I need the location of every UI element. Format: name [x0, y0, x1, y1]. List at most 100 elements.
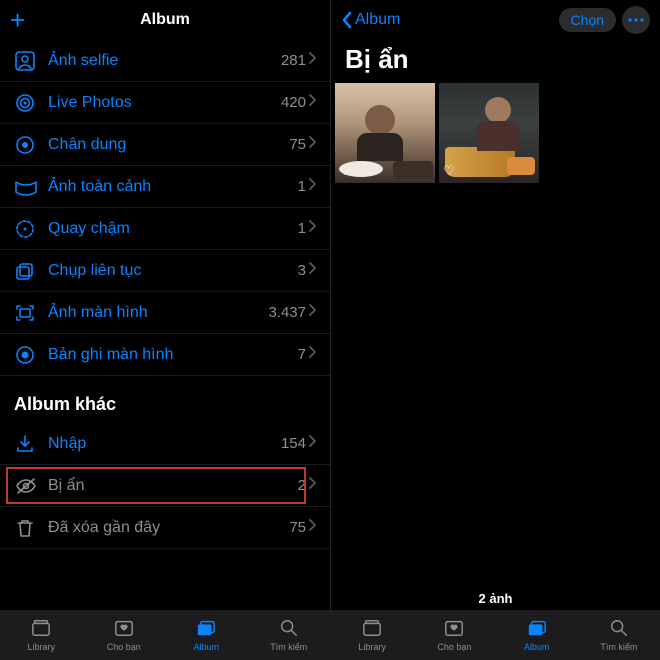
record-icon — [14, 344, 42, 366]
tab-search[interactable]: Tìm kiếm — [248, 610, 331, 660]
chevron-right-icon — [308, 345, 316, 364]
photo-grid: ♡ ♡ — [331, 83, 660, 183]
chevron-right-icon — [308, 303, 316, 322]
tab-label: Cho bạn — [437, 642, 471, 652]
row-count: 281 — [281, 52, 306, 69]
hidden-album-pane: Album Chọn Bị ẩn ♡ ♡ 2 ảnh LibraryCho bạ — [330, 0, 660, 660]
slomo-icon — [14, 218, 42, 240]
hidden-icon — [14, 475, 42, 497]
pano-icon — [14, 176, 42, 198]
album-row-trash[interactable]: Đã xóa gần đây75 — [0, 507, 330, 549]
chevron-right-icon — [308, 51, 316, 70]
foryou-icon — [113, 618, 135, 640]
tab-albums[interactable]: Album — [496, 610, 578, 660]
row-count: 3.437 — [268, 304, 306, 321]
row-label: Chụp liên tục — [42, 262, 298, 280]
row-count: 75 — [289, 136, 306, 153]
row-label: Quay chậm — [42, 220, 298, 238]
album-row-record[interactable]: Bản ghi màn hình7 — [0, 334, 330, 376]
album-row-pano[interactable]: Ảnh toàn cảnh1 — [0, 166, 330, 208]
row-count: 1 — [298, 178, 306, 195]
album-title: Bị ẩn — [331, 40, 660, 83]
row-count: 2 — [298, 477, 306, 494]
tab-label: Album — [524, 642, 550, 652]
trash-icon — [14, 517, 42, 539]
chevron-right-icon — [308, 518, 316, 537]
foryou-icon — [443, 618, 465, 640]
row-label: Ảnh toàn cảnh — [42, 178, 298, 196]
photo-thumbnail[interactable]: ♡ — [439, 83, 539, 183]
row-label: Đã xóa gần đây — [42, 519, 289, 537]
row-count: 75 — [289, 519, 306, 536]
albums-list-pane: + Album Ảnh selfie281Live Photos420Chân … — [0, 0, 330, 660]
album-row-screenshot[interactable]: Ảnh màn hình3.437 — [0, 292, 330, 334]
album-row-hidden[interactable]: Bị ẩn2 — [0, 465, 330, 507]
favorite-icon: ♡ — [339, 163, 351, 179]
album-row-burst[interactable]: Chụp liên tục3 — [0, 250, 330, 292]
albums-icon — [195, 618, 217, 640]
favorite-icon: ♡ — [443, 163, 455, 179]
photo-thumbnail[interactable]: ♡ — [335, 83, 435, 183]
tab-albums[interactable]: Album — [165, 610, 248, 660]
chevron-right-icon — [308, 135, 316, 154]
row-label: Live Photos — [42, 94, 281, 112]
chevron-right-icon — [308, 476, 316, 495]
tab-label: Library — [358, 642, 386, 652]
row-count: 7 — [298, 346, 306, 363]
live-icon — [14, 92, 42, 114]
search-icon — [278, 618, 300, 640]
person-square-icon — [14, 50, 42, 72]
select-button[interactable]: Chọn — [559, 8, 616, 32]
tab-label: Tìm kiếm — [270, 642, 307, 652]
row-label: Bị ẩn — [42, 477, 298, 495]
tab-foryou[interactable]: Cho bạn — [83, 610, 166, 660]
row-label: Ảnh selfie — [42, 52, 281, 70]
tab-foryou[interactable]: Cho bạn — [413, 610, 495, 660]
add-album-button[interactable]: + — [10, 7, 25, 33]
album-row-person-square[interactable]: Ảnh selfie281 — [0, 40, 330, 82]
section-header-other: Album khác — [0, 376, 330, 423]
row-count: 3 — [298, 262, 306, 279]
row-label: Chân dung — [42, 136, 289, 154]
tab-label: Tìm kiếm — [600, 642, 637, 652]
search-icon — [608, 618, 630, 640]
photo-count-label: 2 ảnh — [331, 591, 660, 606]
burst-icon — [14, 260, 42, 282]
library-icon — [361, 618, 383, 640]
row-label: Bản ghi màn hình — [42, 346, 298, 364]
row-label: Ảnh màn hình — [42, 304, 268, 322]
album-row-slomo[interactable]: Quay chậm1 — [0, 208, 330, 250]
tab-bar: Library Cho bạn Album Tìm kiếm — [0, 610, 330, 660]
album-list: Ảnh selfie281Live Photos420Chân dung75Ản… — [0, 40, 330, 660]
chevron-right-icon — [308, 93, 316, 112]
screenshot-icon — [14, 302, 42, 324]
row-count: 420 — [281, 94, 306, 111]
right-header: Album Chọn — [331, 0, 660, 40]
albums-icon — [526, 618, 548, 640]
chevron-right-icon — [308, 219, 316, 238]
tab-label: Cho bạn — [107, 642, 141, 652]
library-icon — [30, 618, 52, 640]
tab-search[interactable]: Tìm kiếm — [578, 610, 660, 660]
row-count: 154 — [281, 435, 306, 452]
chevron-right-icon — [308, 434, 316, 453]
tab-label: Album — [193, 642, 219, 652]
import-icon — [14, 433, 42, 455]
row-label: Nhập — [42, 435, 281, 453]
left-header-title: Album — [0, 11, 330, 29]
more-button[interactable] — [622, 6, 650, 34]
row-count: 1 — [298, 220, 306, 237]
left-header: + Album — [0, 0, 330, 40]
album-row-portrait[interactable]: Chân dung75 — [0, 124, 330, 166]
back-button[interactable]: Album — [341, 11, 400, 29]
portrait-icon — [14, 134, 42, 156]
album-row-live[interactable]: Live Photos420 — [0, 82, 330, 124]
tab-library[interactable]: Library — [331, 610, 413, 660]
chevron-right-icon — [308, 177, 316, 196]
chevron-right-icon — [308, 261, 316, 280]
back-label: Album — [355, 11, 400, 29]
tab-label: Library — [27, 642, 55, 652]
tab-bar: Library Cho bạn Album Tìm kiếm — [331, 610, 660, 660]
album-row-import[interactable]: Nhập154 — [0, 423, 330, 465]
tab-library[interactable]: Library — [0, 610, 83, 660]
